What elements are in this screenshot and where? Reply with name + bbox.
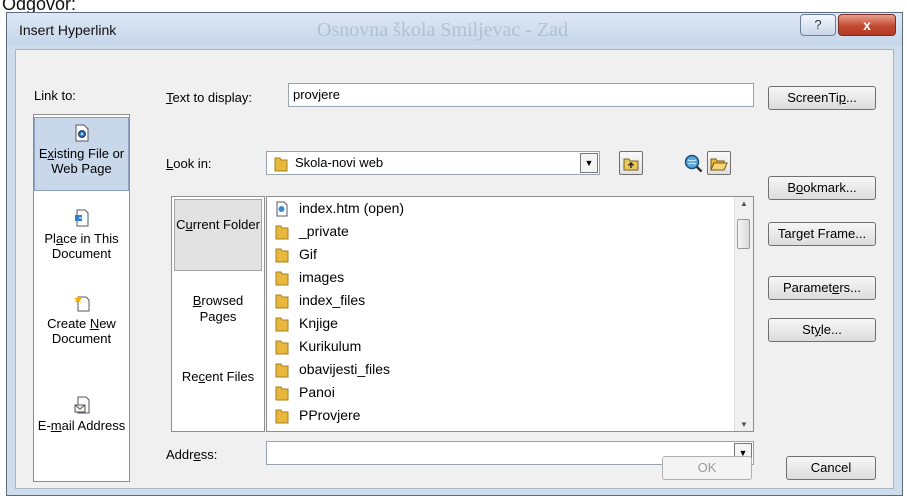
list-item[interactable]: images [275,266,344,289]
existing-file-icon [75,124,88,142]
list-item[interactable]: obavijesti_files [275,358,390,381]
folder-icon [275,225,289,240]
link-to-existing-file[interactable]: Existing File or Web Page [34,117,129,191]
browsed-pages-button[interactable]: Browsed Pages [174,293,262,325]
browse-web-button[interactable] [681,151,705,175]
list-item[interactable]: Knjige [275,312,338,335]
link-to-panel: Existing File or Web Page Place in This … [33,114,130,482]
background-window-title: Osnovna škola Smiljevac - Zad [317,19,569,41]
new-document-icon [73,295,89,312]
folder-icon [275,363,289,378]
chevron-down-icon[interactable]: ▼ [580,153,598,173]
link-to-label: Link to: [34,88,76,103]
file-name: Gif [299,246,317,262]
link-to-place-in-document[interactable]: Place in This Document [34,205,129,269]
file-name: images [299,269,345,285]
vertical-scrollbar[interactable]: ▲ ▼ [734,197,753,431]
link-item-label: Existing File or Web Page [38,146,125,176]
folder-icon [275,248,289,263]
list-item[interactable]: PProvjere [275,404,360,427]
folder-icon [275,409,289,424]
file-name: index.htm (open) [299,200,405,216]
folder-icon [275,294,289,309]
file-name: obavijesti_files [299,361,391,377]
list-item[interactable]: index.htm (open) [275,197,404,220]
folder-up-icon [623,158,639,171]
up-one-folder-button[interactable] [619,151,643,175]
target-frame-button[interactable]: Target Frame... [768,222,876,246]
parameters-button[interactable]: Parameters... [768,276,876,300]
browse-file-button[interactable] [707,151,731,175]
folder-icon [275,340,289,355]
list-item[interactable]: Panoi [275,381,335,404]
link-item-label: Create New Document [47,316,116,346]
folder-icon [275,386,289,401]
place-document-icon [74,209,88,227]
look-in-dropdown[interactable]: Skola-novi web ▼ [266,151,600,175]
email-icon [74,396,89,414]
close-button[interactable]: x [838,14,896,36]
look-in-value: Skola-novi web [295,155,384,170]
file-name: Knjige [299,315,338,331]
globe-search-icon [684,154,703,172]
file-name: Panoi [299,384,335,400]
screentip-button[interactable]: ScreenTip... [768,86,876,110]
scroll-down-icon[interactable]: ▼ [735,420,753,429]
file-list[interactable]: index.htm (open) _private Gif images ind… [266,196,754,432]
folder-icon [274,157,288,172]
style-button[interactable]: Style... [768,318,876,342]
link-to-email-address[interactable]: E-mail Address [34,392,129,456]
bookmark-button[interactable]: Bookmark... [768,176,876,200]
link-item-label: Place in This Document [44,231,119,261]
dialog-title: Insert Hyperlink [19,22,117,38]
text-to-display-label: Text to display: [166,90,252,105]
address-label: Address: [166,447,218,462]
look-in-label: Look in: [166,156,212,171]
help-button[interactable]: ? [800,14,836,36]
scroll-up-icon[interactable]: ▲ [735,199,753,208]
recent-files-button[interactable]: Recent Files [174,369,262,385]
file-name: _private [299,223,349,239]
html-file-icon [276,201,288,217]
scroll-thumb[interactable] [737,219,750,249]
cancel-button[interactable]: Cancel [786,456,876,480]
folder-icon [275,271,289,286]
dialog-body: Link to: Existing File or Web Page Place… [15,49,894,489]
list-item[interactable]: index_files [275,289,365,312]
list-item[interactable]: Kurikulum [275,335,361,358]
insert-hyperlink-dialog: Insert Hyperlink Osnovna škola Smiljevac… [6,12,903,496]
ok-button[interactable]: OK [662,456,752,480]
list-item[interactable]: _private [275,220,349,243]
file-name: index_files [299,292,366,308]
text-to-display-input[interactable]: provjere [288,83,754,107]
link-to-create-new-document[interactable]: Create New Document [34,290,129,354]
folder-icon [275,317,289,332]
file-name: PProvjere [299,407,361,423]
link-item-label: E-mail Address [37,418,126,433]
open-folder-icon [710,158,728,171]
file-name: Kurikulum [299,338,362,354]
title-bar[interactable]: Insert Hyperlink Osnovna škola Smiljevac… [7,13,902,45]
current-folder-button[interactable]: Current Folder [174,199,262,271]
places-bar: Current Folder Browsed Pages Recent File… [171,196,265,432]
list-item[interactable]: Gif [275,243,317,266]
